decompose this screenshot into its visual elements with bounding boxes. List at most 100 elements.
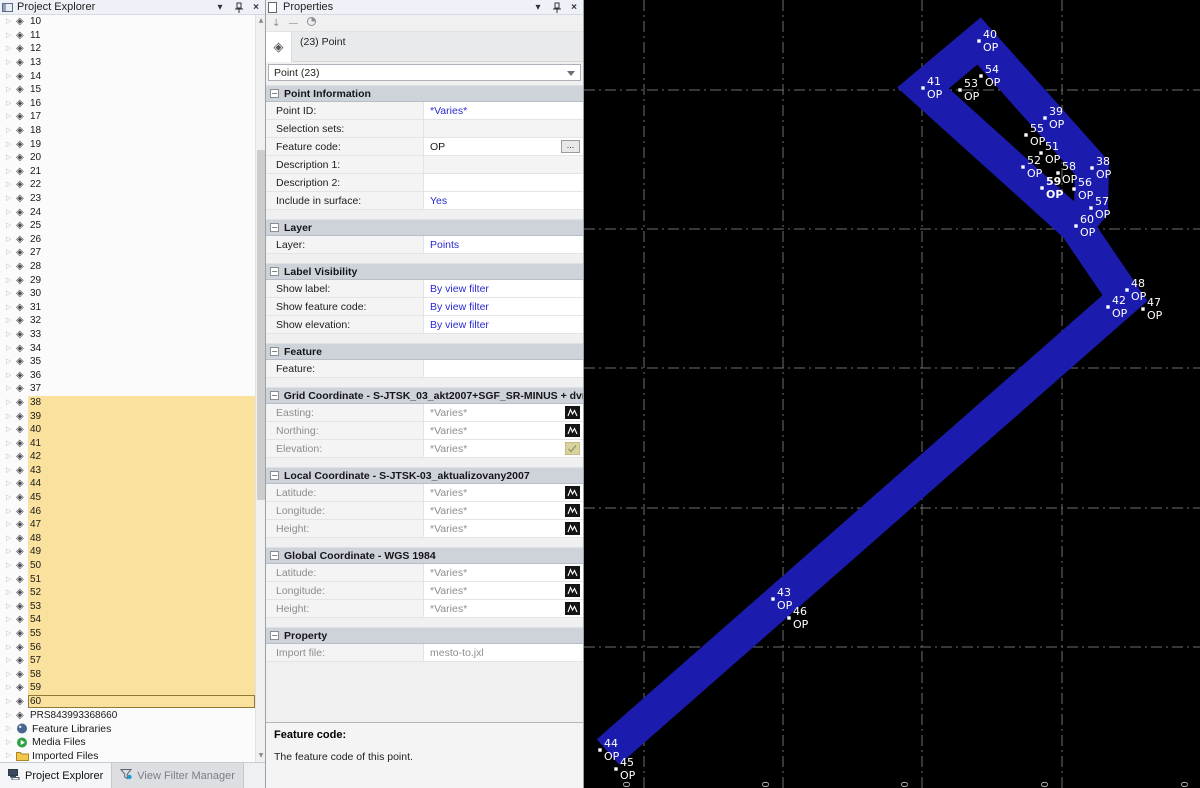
point-marker[interactable] [979, 74, 982, 77]
tree-item-point-38[interactable]: ▷◈38 [0, 396, 256, 410]
tree-item-point-30[interactable]: ▷◈30 [0, 287, 256, 301]
point-marker[interactable] [1040, 186, 1043, 189]
expand-arrow-icon[interactable]: ▷ [6, 355, 16, 368]
expand-arrow-icon[interactable]: ▷ [6, 450, 16, 463]
expand-arrow-icon[interactable]: ▷ [6, 464, 16, 477]
expand-arrow-icon[interactable]: ▷ [6, 613, 16, 626]
expand-arrow-icon[interactable]: ▷ [6, 573, 16, 586]
plan-view[interactable]: 100090807040OP54OP41OP53OP39OP55OP51OP52… [584, 0, 1200, 788]
collapse-icon[interactable]: − [270, 551, 279, 560]
pin-icon[interactable] [549, 1, 563, 14]
expand-arrow-icon[interactable]: ▷ [6, 274, 16, 287]
point-marker[interactable] [1072, 187, 1075, 190]
tree-item-point-24[interactable]: ▷◈24 [0, 205, 256, 219]
expand-arrow-icon[interactable]: ▷ [6, 56, 16, 69]
tree-item-point-56[interactable]: ▷◈56 [0, 640, 256, 654]
collapse-icon[interactable]: − [270, 471, 279, 480]
tree-item-point-20[interactable]: ▷◈20 [0, 151, 256, 165]
expand-arrow-icon[interactable]: ▷ [6, 477, 16, 490]
tree-item-point-39[interactable]: ▷◈39 [0, 409, 256, 423]
expand-arrow-icon[interactable]: ▷ [6, 97, 16, 110]
expand-arrow-icon[interactable]: ▷ [6, 178, 16, 191]
browse-button[interactable]: ... [561, 140, 580, 153]
tree-item-point-41[interactable]: ▷◈41 [0, 436, 256, 450]
collapse-groups-icon[interactable]: — [288, 17, 298, 31]
property-value[interactable]: OP [424, 138, 583, 155]
point-marker[interactable] [598, 748, 601, 751]
point-marker[interactable] [1090, 166, 1093, 169]
scrollbar-thumb[interactable] [257, 150, 265, 500]
tree-item-point-18[interactable]: ▷◈18 [0, 124, 256, 138]
tree-item-point-35[interactable]: ▷◈35 [0, 355, 256, 369]
tree-item-media-files[interactable]: ▷Media Files [0, 735, 256, 749]
expand-arrow-icon[interactable]: ▷ [6, 654, 16, 667]
tree-item-point-34[interactable]: ▷◈34 [0, 341, 256, 355]
section-header[interactable]: −Global Coordinate - WGS 1984 [266, 547, 583, 564]
tree-item-point-36[interactable]: ▷◈36 [0, 368, 256, 382]
tree-item-point-33[interactable]: ▷◈33 [0, 328, 256, 342]
expand-arrow-icon[interactable]: ▷ [6, 233, 16, 246]
expand-arrow-icon[interactable]: ▷ [6, 559, 16, 572]
tree-item-point-37[interactable]: ▷◈37 [0, 382, 256, 396]
tree-item-point-16[interactable]: ▷◈16 [0, 97, 256, 111]
close-icon[interactable]: × [249, 1, 263, 14]
tree-item-point-51[interactable]: ▷◈51 [0, 572, 256, 586]
section-header[interactable]: −Point Information [266, 85, 583, 102]
expand-arrow-icon[interactable]: ▷ [6, 138, 16, 151]
tree-item-point-47[interactable]: ▷◈47 [0, 518, 256, 532]
expand-arrow-icon[interactable]: ▷ [6, 396, 16, 409]
point-marker[interactable] [977, 39, 980, 42]
tree-scrollbar[interactable]: ▲ ▼ [255, 15, 265, 762]
tree-item-point-22[interactable]: ▷◈22 [0, 178, 256, 192]
point-marker[interactable] [614, 767, 617, 770]
section-header[interactable]: −Property [266, 627, 583, 644]
expand-arrow-icon[interactable]: ▷ [6, 15, 16, 28]
tree-item-point-43[interactable]: ▷◈43 [0, 464, 256, 478]
expand-arrow-icon[interactable]: ▷ [6, 627, 16, 640]
point-marker[interactable] [958, 88, 961, 91]
follow-selection-icon[interactable]: ↓ [272, 17, 280, 31]
expand-arrow-icon[interactable]: ▷ [6, 749, 16, 762]
tree-item-point-44[interactable]: ▷◈44 [0, 477, 256, 491]
collapse-icon[interactable]: − [270, 391, 279, 400]
expand-arrow-icon[interactable]: ▷ [6, 328, 16, 341]
property-value[interactable]: By view filter [424, 316, 583, 333]
tab-view-filter-manager[interactable]: View Filter Manager [111, 763, 244, 788]
tree-item-point-17[interactable]: ▷◈17 [0, 110, 256, 124]
property-value[interactable] [424, 174, 583, 191]
expand-arrow-icon[interactable]: ▷ [6, 369, 16, 382]
section-header[interactable]: −Local Coordinate - S-JTSK-03_aktualizov… [266, 467, 583, 484]
tree-item-point-50[interactable]: ▷◈50 [0, 559, 256, 573]
expand-arrow-icon[interactable]: ▷ [6, 192, 16, 205]
selection-dropdown[interactable]: Point (23) [268, 64, 581, 81]
expand-arrow-icon[interactable]: ▷ [6, 586, 16, 599]
expand-arrow-icon[interactable]: ▷ [6, 70, 16, 83]
expand-arrow-icon[interactable]: ▷ [6, 437, 16, 450]
close-icon[interactable]: × [567, 1, 581, 14]
point-marker[interactable] [787, 616, 790, 619]
tree-item-point-57[interactable]: ▷◈57 [0, 654, 256, 668]
selection-info-icon[interactable] [306, 16, 318, 32]
section-header[interactable]: −Feature [266, 343, 583, 360]
window-menu-button[interactable]: ▾ [213, 1, 227, 14]
tree-item-feature-libraries[interactable]: ▷Feature Libraries [0, 722, 256, 736]
tree-item-point-14[interactable]: ▷◈14 [0, 69, 256, 83]
tree-item-point-59[interactable]: ▷◈59 [0, 681, 256, 695]
tree-item-point-58[interactable]: ▷◈58 [0, 668, 256, 682]
property-value[interactable]: By view filter [424, 280, 583, 297]
expand-arrow-icon[interactable]: ▷ [6, 314, 16, 327]
expand-arrow-icon[interactable]: ▷ [6, 110, 16, 123]
tree-item-point-28[interactable]: ▷◈28 [0, 260, 256, 274]
collapse-icon[interactable]: − [270, 631, 279, 640]
point-marker[interactable] [1141, 307, 1144, 310]
property-value[interactable]: *Varies* [424, 102, 583, 119]
collapse-icon[interactable]: − [270, 223, 279, 232]
point-marker[interactable] [1021, 165, 1024, 168]
tree-item-point-11[interactable]: ▷◈11 [0, 29, 256, 43]
tree-item-imported-files[interactable]: ▷Imported Files [0, 749, 256, 762]
tree-item-point-49[interactable]: ▷◈49 [0, 545, 256, 559]
expand-arrow-icon[interactable]: ▷ [6, 42, 16, 55]
point-marker[interactable] [1043, 116, 1046, 119]
collapse-icon[interactable]: − [270, 267, 279, 276]
tree-item-point-32[interactable]: ▷◈32 [0, 314, 256, 328]
